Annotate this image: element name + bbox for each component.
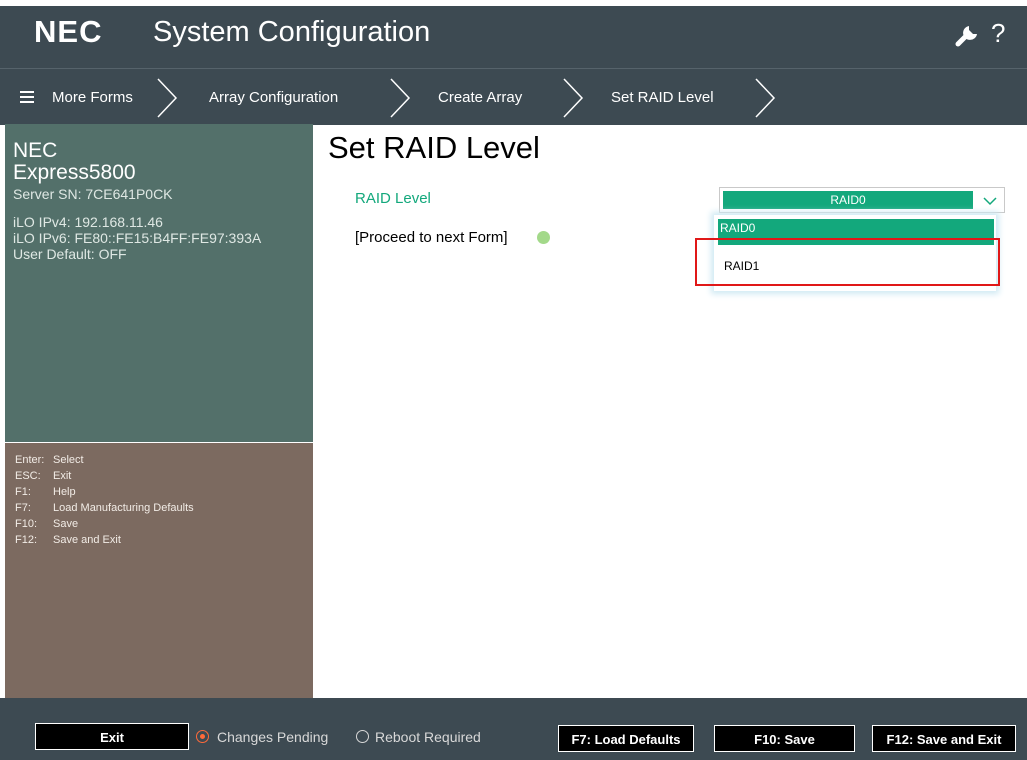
breadcrumb-array-configuration[interactable]: Array Configuration — [209, 89, 338, 106]
key-label: F10: — [15, 518, 38, 530]
save-button[interactable]: F10: Save — [714, 725, 855, 752]
key-action: Save — [53, 518, 79, 530]
ilo-ipv6: iLO IPv6: FE80::FE15:B4FF:FE97:393A — [13, 230, 262, 246]
key-label: Enter: — [15, 454, 45, 466]
app-title: System Configuration — [153, 16, 431, 48]
proceed-arrow-icon[interactable] — [537, 231, 550, 244]
menu-icon[interactable] — [20, 91, 34, 103]
raid-level-label: RAID Level — [355, 190, 431, 207]
user-default: User Default: OFF — [13, 246, 127, 262]
highlight-box — [695, 238, 1000, 286]
key-row: ESC: Exit — [15, 470, 71, 482]
chevron-right-icon — [755, 78, 776, 118]
key-row: F10: Save — [15, 518, 78, 530]
key-help-panel: Enter: Select ESC: Exit F1: Help F7: Load Ma… — [5, 443, 313, 698]
server-serial: Server SN: 7CE641P0CK — [13, 186, 173, 202]
chevron-right-icon — [157, 78, 178, 118]
system-brand: NEC Express5800 — [13, 140, 136, 184]
wrench-icon[interactable] — [955, 22, 981, 48]
reboot-required-radio — [356, 730, 369, 743]
raid-level-selected-value: RAID0 — [723, 191, 973, 209]
help-icon[interactable]: ? — [991, 18, 1005, 49]
key-label: ESC: — [15, 470, 41, 482]
reboot-required-label: Reboot Required — [375, 729, 481, 745]
key-row: F1: Help — [15, 486, 76, 498]
key-action: Exit — [53, 470, 72, 482]
raid-level-select[interactable]: RAID0 — [719, 187, 1005, 213]
changes-pending-radio — [196, 730, 209, 743]
key-action: Save and Exit — [53, 534, 121, 546]
page-title: Set RAID Level — [328, 130, 540, 165]
chevron-right-icon — [390, 78, 411, 118]
breadcrumb-create-array[interactable]: Create Array — [438, 89, 522, 106]
top-strip — [0, 0, 1027, 6]
key-label: F12: — [15, 534, 38, 546]
chevron-down-icon[interactable] — [982, 193, 998, 209]
key-action: Select — [53, 454, 84, 466]
key-label: F1: — [15, 486, 31, 498]
breadcrumb-set-raid-level[interactable]: Set RAID Level — [611, 89, 714, 106]
changes-pending-label: Changes Pending — [217, 729, 329, 745]
exit-button[interactable]: Exit — [35, 723, 189, 750]
key-row: F7: Load Manufacturing Defaults — [15, 502, 194, 514]
more-forms-link[interactable]: More Forms — [52, 89, 133, 106]
key-row: F12: Save and Exit — [15, 534, 121, 546]
save-and-exit-button[interactable]: F12: Save and Exit — [872, 725, 1016, 752]
breadcrumb: More Forms Array Configuration Create Ar… — [0, 68, 1027, 125]
key-label: F7: — [15, 502, 31, 514]
chevron-right-icon — [563, 78, 584, 118]
key-row: Enter: Select — [15, 454, 84, 466]
proceed-next-form-link[interactable]: [Proceed to next Form] — [355, 229, 508, 246]
key-action: Help — [53, 486, 76, 498]
key-action: Load Manufacturing Defaults — [53, 502, 194, 514]
system-info-panel: NEC Express5800 Server SN: 7CE641P0CK iL… — [5, 124, 313, 442]
ilo-ipv4: iLO IPv4: 192.168.11.46 — [13, 214, 163, 230]
brand-logo: NEC — [34, 14, 103, 49]
load-defaults-button[interactable]: F7: Load Defaults — [558, 725, 694, 752]
system-brand-name: NEC — [13, 139, 58, 162]
system-model: Express5800 — [13, 161, 136, 184]
